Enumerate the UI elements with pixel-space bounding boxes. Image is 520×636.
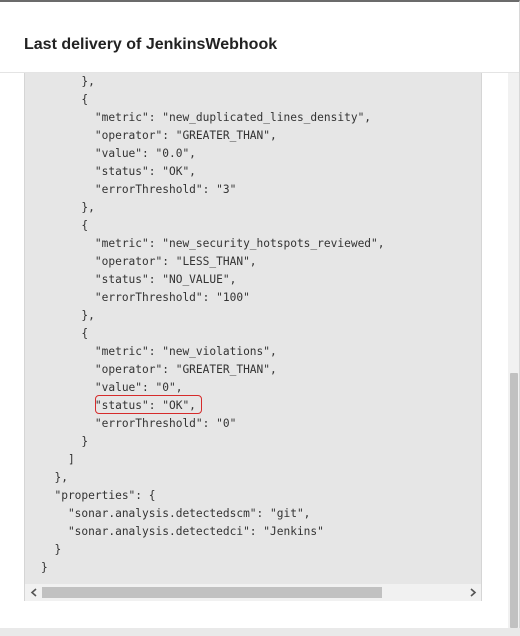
code-line: { bbox=[41, 219, 89, 232]
code-line: { bbox=[41, 327, 89, 340]
code-line: "sonar.analysis.detectedci": "Jenkins" bbox=[41, 525, 324, 538]
code-line: "sonar.analysis.detectedscm": "git", bbox=[41, 507, 311, 520]
payload-code-panel[interactable]: }, { "metric": "new_duplicated_lines_den… bbox=[24, 73, 482, 601]
code-line: "status": "OK", bbox=[41, 165, 196, 178]
code-line: } bbox=[41, 543, 62, 556]
code-line: } bbox=[41, 435, 89, 448]
dialog-header: Last delivery of JenkinsWebhook bbox=[0, 2, 519, 73]
webhook-delivery-dialog: Last delivery of JenkinsWebhook }, { "me… bbox=[0, 0, 520, 628]
payload-code-lines: }, { "metric": "new_duplicated_lines_den… bbox=[41, 73, 385, 577]
status-highlight-box bbox=[95, 395, 202, 414]
horizontal-scrollbar[interactable] bbox=[24, 584, 482, 601]
code-line: "value": "0", bbox=[41, 381, 183, 394]
code-line: ] bbox=[41, 453, 75, 466]
dialog-body: }, { "metric": "new_duplicated_lines_den… bbox=[0, 73, 519, 628]
code-line: "properties": { bbox=[41, 489, 156, 502]
code-line: }, bbox=[41, 309, 95, 322]
scroll-right-arrow-icon[interactable] bbox=[464, 584, 481, 601]
page-background-strip bbox=[0, 628, 520, 636]
code-line: "errorThreshold": "0" bbox=[41, 417, 237, 430]
code-line: "errorThreshold": "3" bbox=[41, 183, 237, 196]
horizontal-scroll-thumb[interactable] bbox=[42, 587, 382, 598]
dialog-title: Last delivery of JenkinsWebhook bbox=[24, 36, 278, 53]
code-line: "status": "NO_VALUE", bbox=[41, 273, 237, 286]
vertical-scroll-thumb[interactable] bbox=[510, 373, 518, 628]
code-line: }, bbox=[41, 471, 68, 484]
code-line: "value": "0.0", bbox=[41, 147, 196, 160]
vertical-scrollbar[interactable] bbox=[508, 73, 519, 628]
code-line: }, bbox=[41, 75, 95, 88]
code-line: }, bbox=[41, 201, 95, 214]
code-line: "metric": "new_security_hotspots_reviewe… bbox=[41, 237, 385, 250]
code-line: } bbox=[41, 561, 48, 574]
code-line-highlighted-status: "status": "OK", bbox=[41, 399, 196, 412]
code-line: "operator": "GREATER_THAN", bbox=[41, 129, 277, 142]
scroll-left-arrow-icon[interactable] bbox=[25, 584, 42, 601]
code-line: "operator": "GREATER_THAN", bbox=[41, 363, 277, 376]
code-line: { bbox=[41, 93, 89, 106]
code-line: "errorThreshold": "100" bbox=[41, 291, 250, 304]
code-line: "metric": "new_violations", bbox=[41, 345, 277, 358]
code-line: "operator": "LESS_THAN", bbox=[41, 255, 257, 268]
code-line: "metric": "new_duplicated_lines_density"… bbox=[41, 111, 372, 124]
